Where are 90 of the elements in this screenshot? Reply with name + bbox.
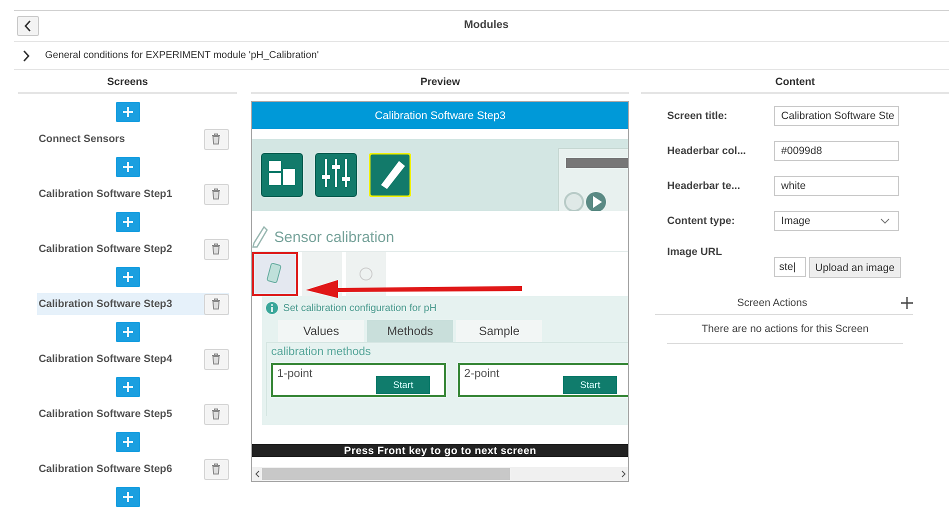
add-button[interactable] — [116, 212, 140, 232]
field-label: Headerbar col... — [667, 145, 747, 157]
pencil-icon — [252, 226, 268, 248]
horizontal-scrollbar[interactable] — [252, 467, 628, 481]
delete-button[interactable] — [204, 128, 229, 150]
delete-button[interactable] — [204, 348, 229, 370]
start-button[interactable]: Start — [376, 376, 430, 394]
add-button[interactable] — [116, 102, 140, 122]
sliders-tile-icon — [315, 153, 358, 197]
screen-item[interactable]: Calibration Software Step6 — [36, 458, 229, 480]
delete-button[interactable] — [204, 458, 229, 480]
add-action-button[interactable] — [901, 297, 913, 309]
plus-icon — [122, 491, 134, 503]
dropdown[interactable]: Image — [774, 211, 900, 231]
add-button[interactable] — [116, 487, 140, 507]
screen-name: Calibration Software Step3 — [38, 298, 172, 310]
group-title: calibration methods — [271, 346, 372, 358]
plus-icon — [122, 326, 134, 338]
trash-icon — [211, 408, 222, 420]
method-label: 1-point — [277, 368, 312, 380]
chevron-left-icon — [24, 20, 32, 32]
delete-button[interactable] — [204, 294, 229, 314]
delete-button[interactable] — [204, 184, 229, 204]
field-label: Image URL — [667, 246, 724, 258]
trash-icon — [211, 188, 222, 200]
tab[interactable]: Methods — [367, 320, 454, 342]
column-heading: Screens — [18, 76, 238, 94]
add-button[interactable] — [116, 377, 140, 397]
chevron-right-icon[interactable] — [21, 50, 31, 62]
plus-icon — [122, 161, 134, 173]
tab[interactable]: Sample — [456, 320, 542, 342]
trash-icon — [211, 243, 222, 255]
column-heading: Preview — [251, 76, 630, 94]
screen-item[interactable]: Calibration Software Step1 — [36, 183, 229, 205]
upload-button[interactable]: Upload an image — [809, 257, 901, 278]
screen-name: Calibration Software Step4 — [38, 353, 172, 365]
screen-item[interactable]: Connect Sensors — [36, 128, 229, 150]
page-heading: Sensor calibration — [274, 228, 394, 246]
plus-icon — [122, 216, 134, 228]
field-label: Content type: — [667, 215, 736, 227]
chevron-right-icon — [620, 470, 626, 478]
screen-name: Calibration Software Step1 — [38, 188, 172, 200]
screen-name: Calibration Software Step2 — [38, 243, 172, 255]
empty-message: There are no actions for this Screen — [702, 323, 869, 335]
info-text: Set calibration configuration for pH — [283, 302, 437, 314]
preview-header-bar: Calibration Software Step3 — [252, 102, 628, 129]
input-field[interactable]: ste| — [774, 257, 806, 277]
scroll-thumb[interactable] — [262, 468, 510, 480]
section-title[interactable]: General conditions for EXPERIMENT module 'pH_Calibration' — [45, 50, 319, 61]
boxes-tile-icon — [261, 153, 304, 197]
trash-icon — [211, 298, 222, 310]
tab[interactable]: Values — [278, 320, 364, 342]
back-button[interactable] — [17, 16, 39, 36]
delete-button[interactable] — [204, 238, 229, 260]
screen-item[interactable]: Calibration Software Step5 — [36, 403, 229, 425]
input-field[interactable]: #0099d8 — [774, 141, 900, 161]
trash-icon — [211, 463, 222, 475]
trash-icon — [211, 353, 222, 365]
section-heading: Screen Actions — [737, 297, 808, 309]
plus-icon — [122, 381, 134, 393]
footer-bar: Press Front key to go to next screen — [252, 444, 628, 457]
add-button[interactable] — [116, 267, 140, 287]
chevron-left-icon — [254, 470, 260, 478]
page-title: Modules — [464, 19, 509, 31]
plus-icon — [122, 106, 134, 118]
screen-item[interactable]: Calibration Software Step4 — [36, 348, 229, 370]
plus-icon — [122, 271, 134, 283]
field-label: Screen title: — [667, 110, 728, 122]
screen-name: Calibration Software Step6 — [38, 463, 172, 475]
field-label: Headerbar te... — [667, 180, 742, 192]
screen-item[interactable]: Calibration Software Step2 — [36, 238, 229, 260]
dropdown-value: Image — [781, 215, 810, 227]
add-button[interactable] — [116, 322, 140, 342]
chevron-down-icon — [880, 218, 890, 224]
input-field[interactable]: Calibration Software Ste — [774, 106, 900, 126]
start-button[interactable]: Start — [563, 376, 618, 394]
screen-item[interactable]: Calibration Software Step3 — [36, 293, 229, 315]
ruler-tile-icon — [369, 153, 412, 197]
info-icon — [266, 302, 278, 314]
plus-icon — [901, 297, 913, 309]
add-button[interactable] — [116, 157, 140, 177]
screen-name: Calibration Software Step5 — [38, 408, 172, 420]
trash-icon — [211, 133, 222, 145]
method-label: 2-point — [464, 368, 500, 380]
plus-icon — [122, 436, 134, 448]
screen-name: Connect Sensors — [38, 133, 125, 145]
column-heading: Content — [641, 76, 949, 94]
input-field[interactable]: white — [774, 176, 900, 196]
delete-button[interactable] — [204, 404, 229, 424]
add-button[interactable] — [116, 432, 140, 452]
